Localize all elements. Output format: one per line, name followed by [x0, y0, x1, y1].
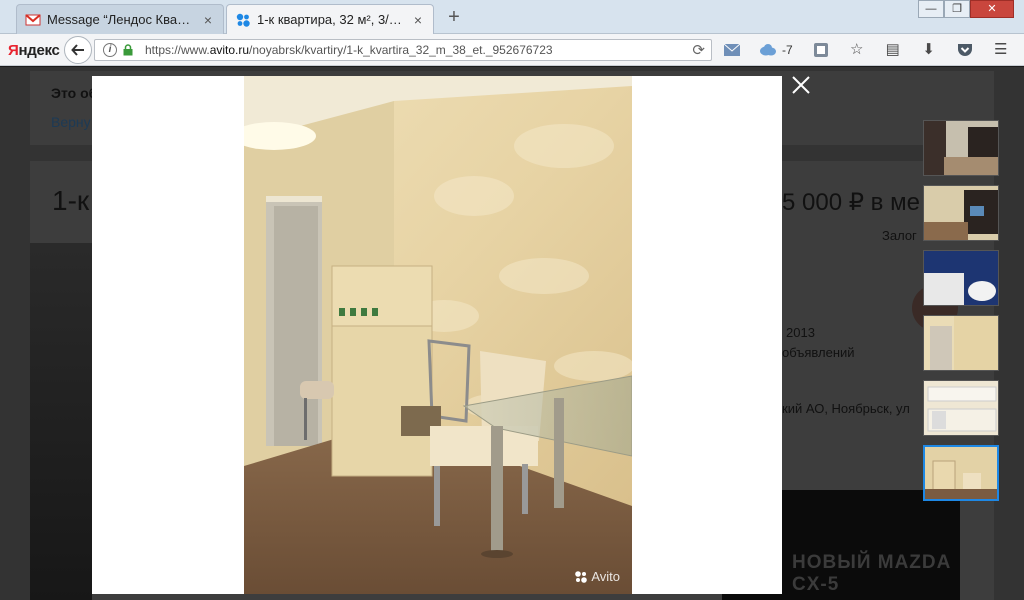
- yandex-logo[interactable]: Яндекс: [8, 42, 60, 59]
- ad-banner-text: НОВЫЙ MAZDA CX-5: [792, 552, 951, 595]
- restore-button[interactable]: ❐: [944, 0, 970, 18]
- thumbnail-image: [924, 251, 998, 305]
- cloud-icon: [760, 44, 776, 56]
- listing-title: 1-к: [52, 185, 90, 216]
- avito-watermark: Avito: [574, 569, 620, 584]
- tab-avito-listing[interactable]: 1-к квартира, 32 м², 3/8 эт… ×: [226, 4, 434, 34]
- apartment-room-image: [244, 76, 632, 594]
- listing-address: кий АО, Ноябрьск, ул: [782, 401, 910, 416]
- weather-temperature: -7: [782, 43, 793, 57]
- thumbnail-3[interactable]: [923, 250, 999, 306]
- thumbnail-image: [924, 121, 998, 175]
- gmail-icon: [25, 13, 41, 25]
- address-bar[interactable]: i https://www.avito.ru/noyabrsk/kvartiry…: [94, 39, 712, 61]
- info-icon[interactable]: i: [103, 43, 117, 57]
- tab-label: 1-к квартира, 32 м², 3/8 эт…: [257, 12, 405, 27]
- listing-price: 5 000 ₽ в ме: [782, 189, 920, 216]
- thumbnail-image: [924, 316, 998, 370]
- notice-return-link[interactable]: Верну: [51, 114, 91, 130]
- thumbnail-2[interactable]: [923, 185, 999, 241]
- reload-icon[interactable]: ⟳: [692, 41, 705, 59]
- thumbnail-image: [924, 381, 998, 435]
- menu-icon[interactable]: ☰: [991, 40, 1011, 60]
- avito-logo-icon: [575, 570, 588, 583]
- minimize-button[interactable]: —: [918, 0, 944, 18]
- bookmark-star-icon[interactable]: ☆: [847, 40, 867, 60]
- seller-listings-count: объявлений: [782, 345, 855, 360]
- listing-main-photo: [30, 243, 92, 600]
- lock-icon: [123, 44, 133, 56]
- photo-lightbox: Avito: [92, 76, 782, 594]
- arrow-left-icon: [71, 44, 84, 56]
- mail-icon[interactable]: [722, 40, 742, 60]
- browser-nav-bar: Яндекс i https://www.avito.ru/noyabrsk/k…: [0, 34, 1024, 66]
- window-controls: — ❐ ✕: [918, 0, 1014, 18]
- lightbox-close-icon[interactable]: [790, 74, 812, 96]
- thumbnail-5[interactable]: [923, 380, 999, 436]
- tab-gmail-message[interactable]: Message “Лендос Квартир… ×: [16, 4, 224, 34]
- thumbnail-image: [924, 186, 998, 240]
- avito-icon: [236, 13, 250, 27]
- deposit-label: Залог: [882, 228, 917, 243]
- browser-tab-strip: Message “Лендос Квартир… × 1-к квартира,…: [0, 0, 1024, 34]
- new-tab-button[interactable]: +: [444, 6, 464, 28]
- tab-close-icon[interactable]: ×: [201, 13, 215, 27]
- brand-rest: ндекс: [18, 42, 60, 59]
- url-path: /noyabrsk/kvartiry/1-k_kvartira_32_m_38_…: [249, 43, 553, 57]
- url-text: https://www.avito.ru/noyabrsk/kvartiry/1…: [145, 43, 553, 57]
- notice-title: Это об: [51, 85, 98, 101]
- tab-label: Message “Лендос Квартир…: [47, 12, 195, 27]
- brand-first-letter: Я: [8, 42, 19, 59]
- watermark-text: Avito: [591, 569, 620, 584]
- thumbnail-6-selected[interactable]: [923, 445, 999, 501]
- seller-since: 2013: [786, 325, 815, 340]
- url-prefix: https://www.: [145, 43, 210, 57]
- reading-list-icon[interactable]: ▤: [883, 40, 903, 60]
- thumbnail-4[interactable]: [923, 315, 999, 371]
- pocket-icon[interactable]: [955, 40, 975, 60]
- thumbnail-image: [925, 447, 997, 499]
- toolbar-icons: -7 ☆ ▤ ⬇ ☰: [722, 40, 1024, 60]
- weather-widget[interactable]: -7: [758, 43, 793, 57]
- window-close-button[interactable]: ✕: [970, 0, 1014, 18]
- extension-icon[interactable]: [811, 40, 831, 60]
- lightbox-photo[interactable]: Avito: [244, 76, 632, 594]
- thumbnail-1[interactable]: [923, 120, 999, 176]
- tab-close-icon[interactable]: ×: [411, 13, 425, 27]
- download-icon[interactable]: ⬇: [919, 40, 939, 60]
- back-button[interactable]: [64, 36, 92, 64]
- url-host: avito.ru: [209, 43, 250, 57]
